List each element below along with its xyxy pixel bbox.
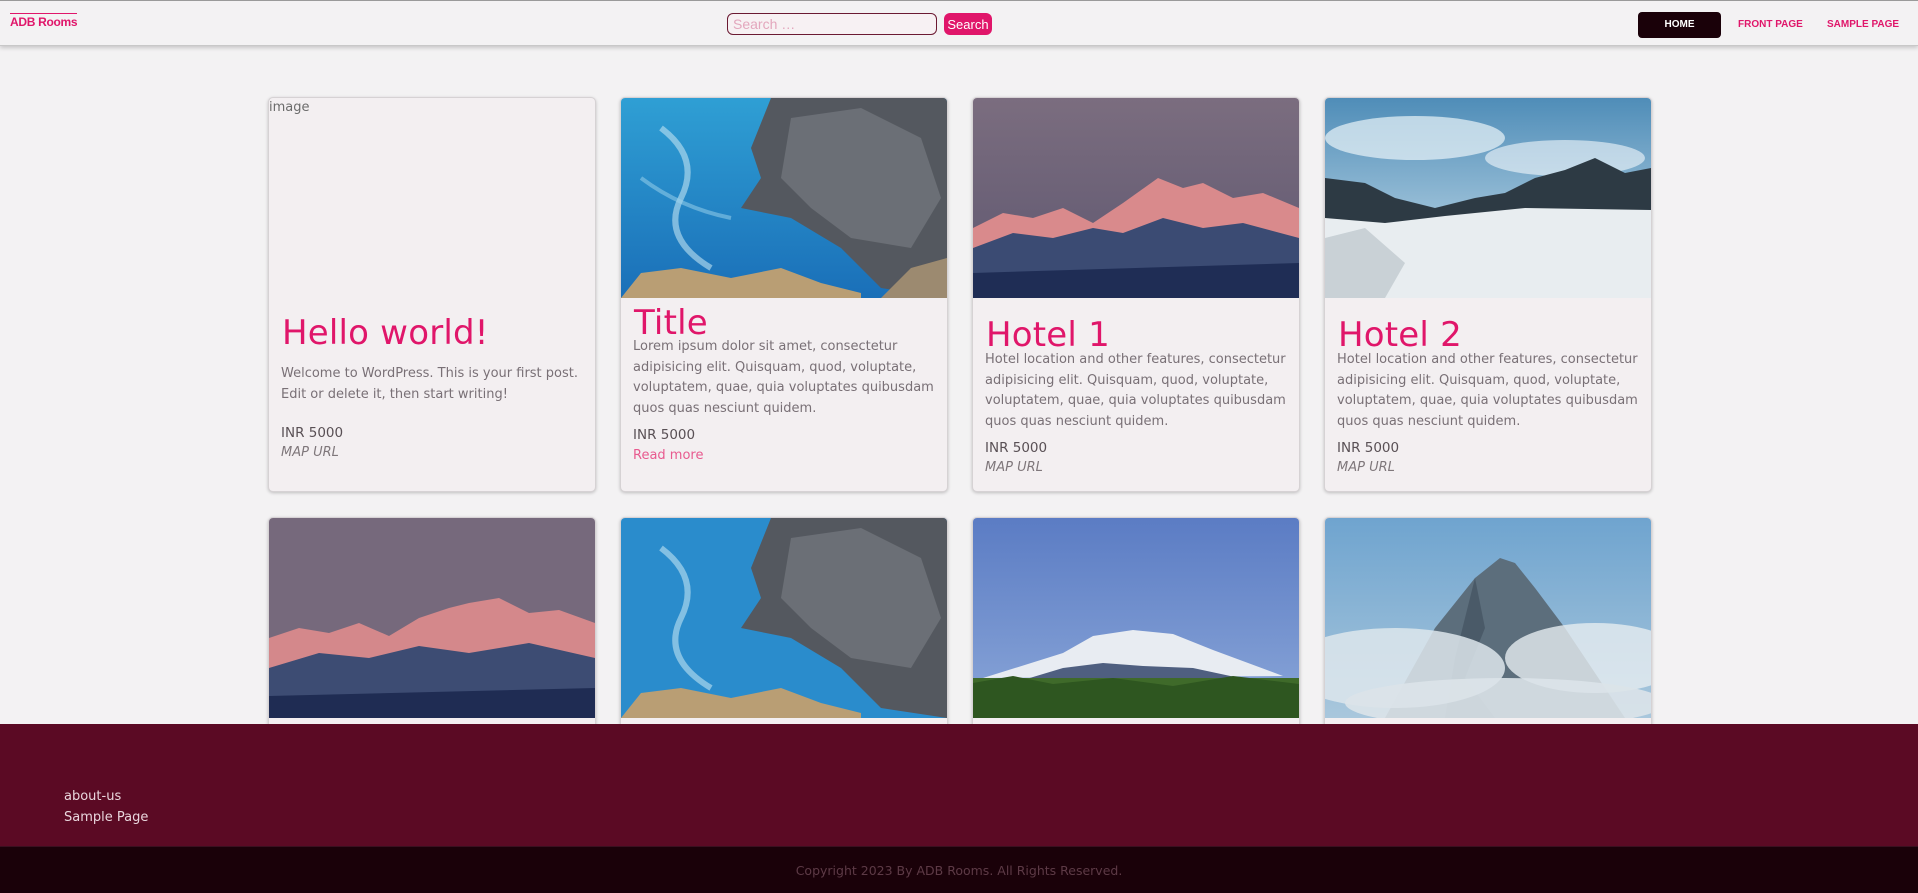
nav-front-page[interactable]: FRONT PAGE <box>1738 12 1803 38</box>
post-card[interactable]: image Hello world! Welcome to WordPress.… <box>268 97 596 492</box>
coast-cliff-image[interactable] <box>621 518 947 718</box>
card-title[interactable]: Hello world! <box>282 313 489 353</box>
card-price: INR 5000 <box>985 440 1048 456</box>
nav-home[interactable]: HOME <box>1638 12 1721 38</box>
card-description: Hotel location and other features, conse… <box>985 352 1286 429</box>
read-more-link[interactable]: Read more <box>633 448 703 463</box>
post-card[interactable]: Hotel 2 Hotel location and other feature… <box>1324 97 1652 492</box>
card-map-link[interactable]: MAP URL <box>1337 460 1395 475</box>
card-description: Lorem ipsum dolor sit amet, consectetur … <box>633 339 934 416</box>
nav-sample-page[interactable]: SAMPLE PAGE <box>1827 12 1899 38</box>
search-input[interactable] <box>727 13 937 35</box>
post-card[interactable]: Hotel 1 Hotel location and other feature… <box>972 97 1300 492</box>
card-description: Hotel location and other features, conse… <box>1337 352 1638 429</box>
footer-link-about-us[interactable]: about-us <box>64 789 121 804</box>
pink-mountain-image[interactable] <box>973 98 1299 298</box>
site-header: ADB Rooms Search HOME FRONT PAGE SAMPLE … <box>0 0 1918 46</box>
site-logo[interactable]: ADB Rooms <box>10 13 78 29</box>
broken-image-alt: image <box>269 100 310 115</box>
card-map-link[interactable]: MAP URL <box>281 445 339 460</box>
coast-cliff-image[interactable] <box>621 98 947 298</box>
post-card[interactable] <box>620 517 948 747</box>
pink-mountain-image[interactable] <box>269 518 595 718</box>
copyright-text: Copyright 2023 By ADB Rooms. All Rights … <box>795 863 1123 878</box>
post-card[interactable] <box>972 517 1300 747</box>
site-footer: about-us Sample Page <box>0 724 1918 846</box>
post-card[interactable] <box>268 517 596 747</box>
post-card[interactable]: Title Lorem ipsum dolor sit amet, consec… <box>620 97 948 492</box>
kilimanjaro-image[interactable] <box>973 518 1299 718</box>
cloudy-peak-image[interactable] <box>1325 518 1651 718</box>
search-button[interactable]: Search <box>944 13 992 35</box>
card-title[interactable]: Hotel 2 <box>1338 315 1462 355</box>
snow-glacier-image[interactable] <box>1325 98 1651 298</box>
card-description: Welcome to WordPress. This is your first… <box>281 366 578 402</box>
footer-link-sample-page[interactable]: Sample Page <box>64 810 148 825</box>
card-title[interactable]: Hotel 1 <box>986 315 1110 355</box>
card-map-link[interactable]: MAP URL <box>985 460 1043 475</box>
post-card[interactable] <box>1324 517 1652 747</box>
card-price: INR 5000 <box>1337 440 1400 456</box>
card-price: INR 5000 <box>281 425 344 441</box>
card-price: INR 5000 <box>633 427 696 443</box>
footer-bottom-bar: Copyright 2023 By ADB Rooms. All Rights … <box>0 846 1918 893</box>
